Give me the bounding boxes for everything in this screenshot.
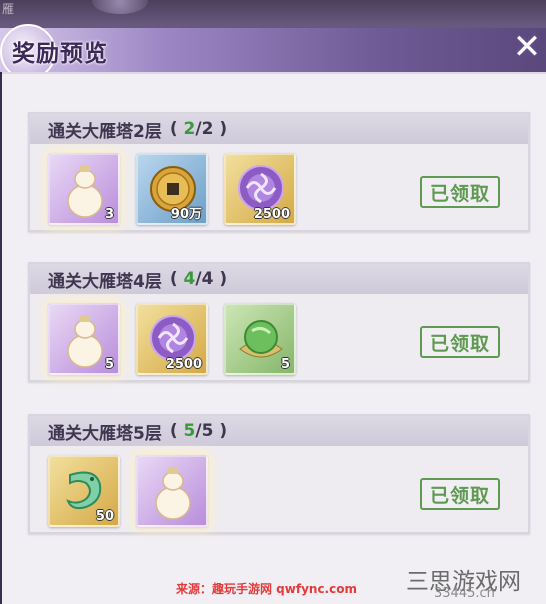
row-progress: ( 4/4 ) bbox=[169, 269, 228, 289]
row-header: 通关大雁塔4层 ( 4/4 ) bbox=[30, 264, 528, 294]
reward-panel: 通关大雁塔2层 ( 2/2 ) 3 90万 2500 已领取 通关大雁塔4层 (… bbox=[2, 72, 546, 604]
item-count: 2500 bbox=[253, 207, 290, 222]
reward-item[interactable]: 3 bbox=[48, 153, 120, 225]
reward-item[interactable]: 2500 bbox=[224, 153, 296, 225]
gourd-icon bbox=[155, 467, 191, 520]
watermark-domain: 33445.cn bbox=[434, 586, 495, 601]
watermark-source: 来源：趣玩手游网 qwfync.com bbox=[176, 582, 357, 596]
claimed-stamp: 已领取 bbox=[420, 478, 500, 510]
reward-items: 5 2500 5 已领取 bbox=[30, 294, 528, 380]
reward-row: 通关大雁塔4层 ( 4/4 ) 5 2500 5 已领取 bbox=[28, 262, 530, 382]
row-title: 通关大雁塔5层 bbox=[48, 423, 162, 444]
reward-item[interactable]: 50 bbox=[48, 455, 120, 527]
backdrop-orb bbox=[92, 0, 148, 14]
reward-item[interactable]: 5 bbox=[48, 303, 120, 375]
item-count: 2500 bbox=[165, 357, 202, 372]
reward-row: 通关大雁塔5层 ( 5/5 ) 50 已领取 bbox=[28, 414, 530, 534]
reward-item[interactable]: 90万 bbox=[136, 153, 208, 225]
item-count: 5 bbox=[104, 357, 114, 372]
backdrop-text: 雁 bbox=[2, 2, 15, 16]
row-title: 通关大雁塔2层 bbox=[48, 121, 162, 142]
item-count: 3 bbox=[104, 207, 114, 222]
reward-item[interactable] bbox=[136, 455, 208, 527]
item-count: 5 bbox=[280, 357, 290, 372]
item-count: 90万 bbox=[170, 207, 202, 222]
row-progress: ( 2/2 ) bbox=[169, 119, 228, 139]
item-count: 50 bbox=[95, 509, 114, 524]
reward-items: 50 已领取 bbox=[30, 446, 528, 532]
page-title: 奖励预览 bbox=[12, 41, 108, 67]
row-header: 通关大雁塔5层 ( 5/5 ) bbox=[30, 416, 528, 446]
row-progress: ( 5/5 ) bbox=[169, 421, 228, 441]
row-title: 通关大雁塔4层 bbox=[48, 271, 162, 292]
close-button[interactable]: ✕ bbox=[508, 26, 546, 68]
reward-row: 通关大雁塔2层 ( 2/2 ) 3 90万 2500 已领取 bbox=[28, 112, 530, 232]
claimed-stamp: 已领取 bbox=[420, 176, 500, 208]
row-header: 通关大雁塔2层 ( 2/2 ) bbox=[30, 114, 528, 144]
reward-item[interactable]: 2500 bbox=[136, 303, 208, 375]
reward-items: 3 90万 2500 已领取 bbox=[30, 144, 528, 230]
reward-item[interactable]: 5 bbox=[224, 303, 296, 375]
close-icon[interactable]: ✕ bbox=[513, 27, 542, 67]
claimed-stamp: 已领取 bbox=[420, 326, 500, 358]
